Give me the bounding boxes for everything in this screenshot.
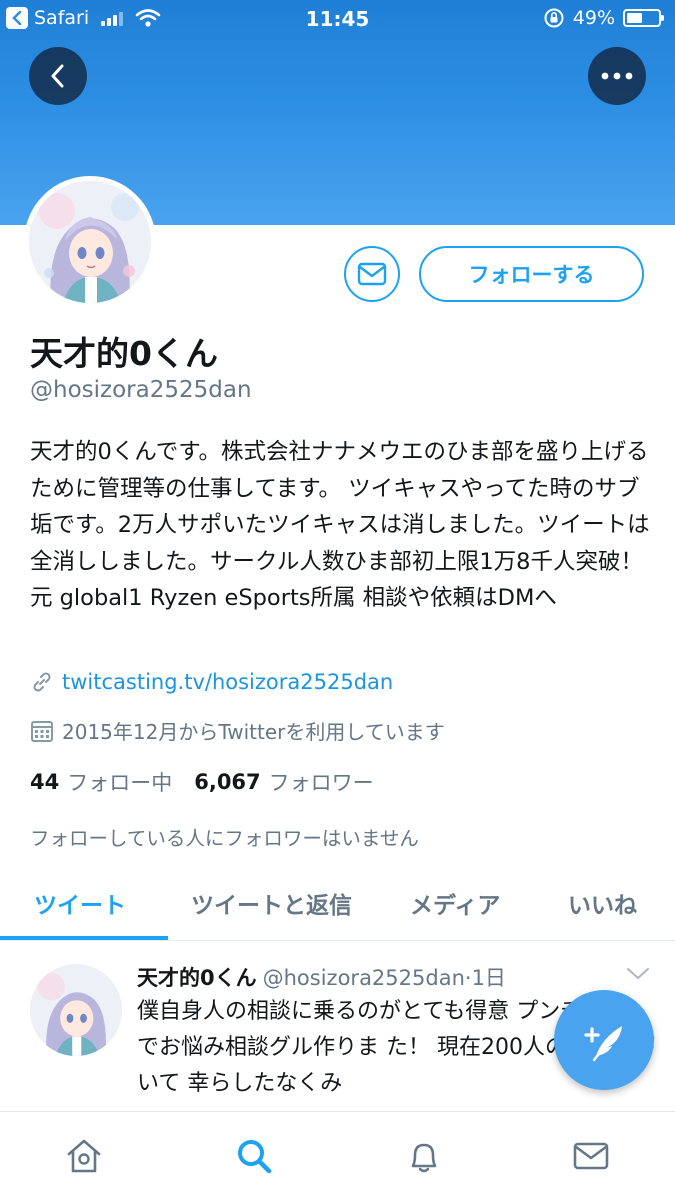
avatar-illustration	[30, 964, 122, 1056]
tab-tweets[interactable]: ツイート	[34, 886, 126, 920]
tweet-author-name[interactable]: 天才的0くん	[137, 966, 257, 990]
message-button[interactable]	[344, 246, 400, 302]
joined-date: 2015年12月からTwitterを利用しています	[62, 720, 445, 744]
profile-tabs: ツイート ツイートと返信 メディア いいね	[0, 868, 675, 941]
compose-tweet-button[interactable]	[554, 990, 654, 1090]
mutual-followers-note: フォローしている人にフォロワーはいません	[30, 827, 419, 850]
tab-likes[interactable]: いいね	[568, 886, 637, 920]
rotation-lock-icon	[544, 8, 564, 28]
back-arrow-icon	[51, 64, 64, 88]
active-tab-indicator	[0, 936, 168, 940]
followers-count[interactable]: 6,067	[194, 770, 260, 794]
nav-search[interactable]	[232, 1134, 276, 1178]
battery-percent: 49%	[572, 7, 615, 29]
battery-icon	[623, 9, 664, 27]
compose-feather-icon	[584, 1026, 622, 1062]
display-name: 天才的0くん	[30, 334, 218, 373]
profile-link-row[interactable]: twitcasting.tv/hosizora2525dan	[30, 670, 393, 694]
bottom-nav	[0, 1111, 675, 1200]
nav-home[interactable]	[62, 1134, 106, 1178]
tweet-time: ·1日	[464, 966, 506, 990]
calendar-icon	[31, 720, 53, 742]
tweet-author-handle[interactable]: @hosizora2525dan	[263, 966, 465, 990]
chevron-down-icon	[627, 968, 649, 980]
follow-stats: 44 フォロー中 6,067 フォロワー	[30, 767, 396, 797]
bell-icon	[411, 1143, 437, 1173]
user-handle: @hosizora2525dan	[30, 377, 252, 403]
home-icon	[67, 1139, 101, 1173]
more-options-button[interactable]	[588, 47, 646, 105]
search-icon	[238, 1140, 272, 1174]
mail-icon	[573, 1142, 609, 1170]
nav-notifications[interactable]	[402, 1134, 446, 1178]
tab-tweets-and-replies[interactable]: ツイートと返信	[191, 886, 352, 920]
profile-link[interactable]: twitcasting.tv/hosizora2525dan	[62, 670, 393, 694]
following-label[interactable]: フォロー中	[67, 767, 172, 797]
tweet-menu-button[interactable]	[626, 966, 650, 985]
tab-media[interactable]: メディア	[410, 886, 500, 920]
followers-label[interactable]: フォロワー	[269, 767, 374, 797]
link-icon	[33, 672, 51, 692]
follow-button[interactable]: フォローする	[419, 246, 644, 302]
nav-messages[interactable]	[569, 1134, 613, 1178]
more-dots-icon	[601, 72, 633, 80]
tweet-header: 天才的0くん @hosizora2525dan·1日	[137, 962, 506, 992]
joined-date-row: 2015年12月からTwitterを利用しています	[30, 716, 445, 745]
back-button[interactable]	[29, 47, 87, 105]
avatar-illustration	[29, 181, 151, 303]
profile-bio: 天才的0くんです。株式会社ナナメウエのひま部を盛り上げるために管理等の仕事してま…	[30, 439, 650, 611]
following-count[interactable]: 44	[30, 770, 59, 794]
status-bar: Safari 11:45 49%	[0, 0, 675, 38]
profile-avatar[interactable]	[24, 176, 156, 308]
envelope-icon	[357, 262, 387, 286]
tweet-avatar[interactable]	[30, 964, 122, 1056]
